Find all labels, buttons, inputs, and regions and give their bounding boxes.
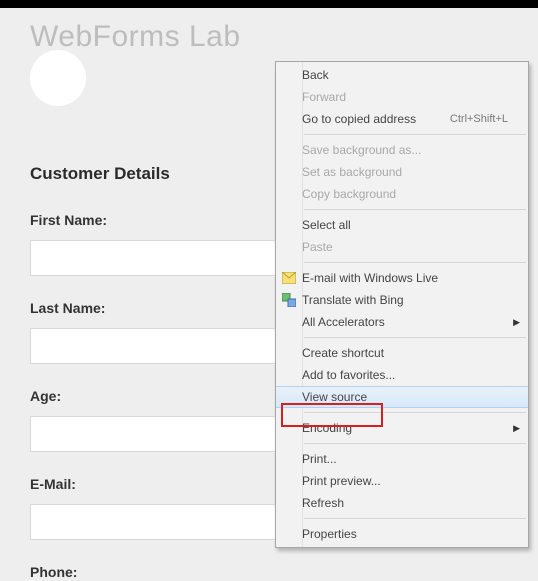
menu-set-bg[interactable]: Set as background bbox=[276, 161, 528, 183]
menu-separator bbox=[304, 443, 526, 444]
menu-back[interactable]: Back bbox=[276, 64, 528, 86]
site-title: WebForms Lab bbox=[30, 20, 508, 54]
menu-select-all[interactable]: Select all bbox=[276, 214, 528, 236]
menu-view-source[interactable]: View source bbox=[276, 386, 528, 408]
context-menu: Back Forward Go to copied address Ctrl+S… bbox=[275, 61, 529, 548]
menu-separator bbox=[304, 518, 526, 519]
submenu-arrow-icon: ▶ bbox=[513, 423, 520, 434]
menu-print-preview[interactable]: Print preview... bbox=[276, 470, 528, 492]
menu-all-accelerators[interactable]: All Accelerators ▶ bbox=[276, 311, 528, 333]
avatar bbox=[30, 50, 86, 106]
phone-label: Phone: bbox=[30, 564, 508, 580]
mail-icon bbox=[276, 272, 302, 284]
field-phone: Phone: bbox=[30, 564, 508, 580]
submenu-arrow-icon: ▶ bbox=[513, 317, 520, 328]
menu-paste[interactable]: Paste bbox=[276, 236, 528, 258]
menu-translate-bing[interactable]: Translate with Bing bbox=[276, 289, 528, 311]
menu-save-bg[interactable]: Save background as... bbox=[276, 139, 528, 161]
menu-add-favorites[interactable]: Add to favorites... bbox=[276, 364, 528, 386]
window-topbar bbox=[0, 0, 538, 8]
menu-forward[interactable]: Forward bbox=[276, 86, 528, 108]
menu-email-live[interactable]: E-mail with Windows Live bbox=[276, 267, 528, 289]
translate-icon bbox=[276, 293, 302, 307]
menu-refresh[interactable]: Refresh bbox=[276, 492, 528, 514]
menu-separator bbox=[304, 412, 526, 413]
menu-copy-bg[interactable]: Copy background bbox=[276, 183, 528, 205]
header: WebForms Lab bbox=[0, 8, 538, 54]
menu-encoding[interactable]: Encoding ▶ bbox=[276, 417, 528, 439]
menu-separator bbox=[304, 134, 526, 135]
menu-separator bbox=[304, 337, 526, 338]
menu-properties[interactable]: Properties bbox=[276, 523, 528, 545]
menu-print[interactable]: Print... bbox=[276, 448, 528, 470]
menu-create-shortcut[interactable]: Create shortcut bbox=[276, 342, 528, 364]
menu-separator bbox=[304, 262, 526, 263]
menu-separator bbox=[304, 209, 526, 210]
menu-goto-copied[interactable]: Go to copied address Ctrl+Shift+L bbox=[276, 108, 528, 130]
